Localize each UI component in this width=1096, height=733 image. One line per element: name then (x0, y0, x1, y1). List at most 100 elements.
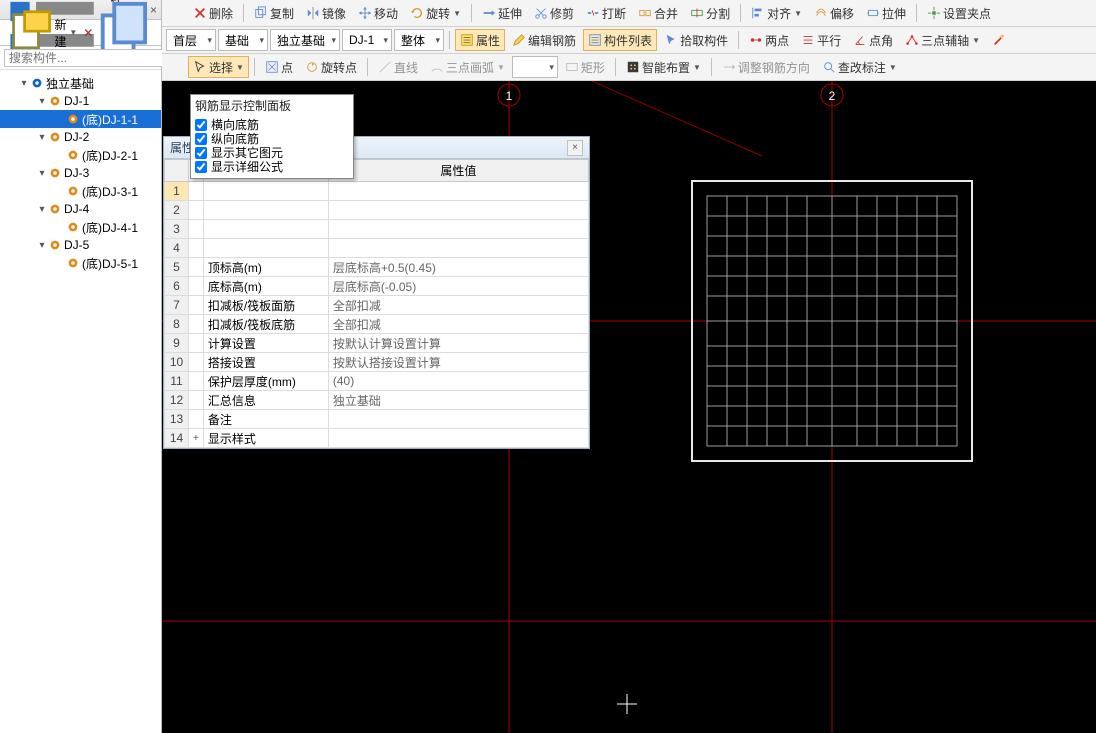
rotate-button[interactable]: 旋转▼ (405, 2, 466, 24)
tree-node-dj2[interactable]: ▾DJ-2 (0, 128, 161, 146)
table-row[interactable]: 3 (165, 220, 589, 239)
complist-button[interactable]: 构件列表 (583, 29, 657, 51)
aux-extra-button[interactable] (987, 29, 1011, 51)
table-row[interactable]: 8扣减板/筏板底筋全部扣减 (165, 315, 589, 334)
tree-node-dj5[interactable]: ▾DJ-5 (0, 236, 161, 254)
break-button[interactable]: 打断 (581, 2, 631, 24)
move-button[interactable]: 移动 (353, 2, 403, 24)
checkbox[interactable] (195, 161, 207, 173)
rotpoint-icon (305, 60, 319, 74)
close-icon[interactable]: × (567, 140, 583, 156)
table-row[interactable]: 10搭接设置按默认搭接设置计算 (165, 353, 589, 372)
gear-icon (66, 112, 80, 126)
left-toolbar: 新建 ▼ ✕ (0, 20, 161, 46)
tree-leaf-dj5-1[interactable]: (底)DJ-5-1 (0, 254, 161, 272)
tree-node-dj3[interactable]: ▾DJ-3 (0, 164, 161, 182)
tree-leaf-dj2-1[interactable]: (底)DJ-2-1 (0, 146, 161, 164)
table-row[interactable]: 2 (165, 201, 589, 220)
extend-icon (482, 6, 496, 20)
table-row[interactable]: 9计算设置按默认计算设置计算 (165, 334, 589, 353)
parallel-button[interactable]: 平行 (796, 29, 846, 51)
table-row[interactable]: 4 (165, 239, 589, 258)
threeaux-button[interactable]: 三点辅轴▼ (900, 29, 985, 51)
search-input[interactable] (4, 49, 169, 67)
tree-root[interactable]: ▾独立基础 (0, 74, 161, 92)
toolbar-area: 删除 复制 镜像 移动 旋转▼ 延伸 修剪 打断 合并 分割 对齐▼ 偏移 拉伸… (162, 0, 1096, 81)
layer-dropdown[interactable]: 首层 (166, 29, 216, 51)
component-tree: ▾独立基础 ▾DJ-1 (底)DJ-1-1 ▾DJ-2 (底)DJ-2-1 ▾D… (0, 70, 161, 276)
smart-button[interactable]: 智能布置▼ (621, 56, 706, 78)
select-button[interactable]: 选择▼ (188, 56, 249, 78)
table-row[interactable]: 12汇总信息独立基础 (165, 391, 589, 410)
tree-node-dj4[interactable]: ▾DJ-4 (0, 200, 161, 218)
gear-icon (30, 76, 44, 90)
chevron-down-icon: ▼ (69, 28, 77, 37)
checkbox[interactable] (195, 119, 207, 131)
tree-leaf-dj1-1[interactable]: (底)DJ-1-1 (0, 110, 161, 128)
tree-leaf-dj3-1[interactable]: (底)DJ-3-1 (0, 182, 161, 200)
angle-button[interactable]: 点角 (848, 29, 898, 51)
adjust-button[interactable]: 调整钢筋方向 (717, 56, 815, 78)
twopt-icon (749, 33, 763, 47)
cursor-icon (193, 60, 207, 74)
merge-button[interactable]: 合并 (633, 2, 683, 24)
rect-button[interactable]: 矩形 (560, 56, 610, 78)
merge-icon (638, 6, 652, 20)
pick-button[interactable]: 拾取构件 (659, 29, 733, 51)
smart-icon (626, 60, 640, 74)
toolbar-draw: 选择▼ 点 旋转点 直线 三点画弧▼ 矩形 智能布置▼ 调整钢筋方向 查改标注▼ (162, 54, 1096, 81)
rotate-icon (410, 6, 424, 20)
origin-marker (617, 694, 637, 714)
popup-item-vbottom[interactable]: 纵向底筋 (191, 132, 353, 146)
point-button[interactable]: 点 (260, 56, 298, 78)
table-row[interactable]: 13备注 (165, 410, 589, 429)
gear-icon (48, 130, 62, 144)
popup-item-others[interactable]: 显示其它图元 (191, 146, 353, 160)
offset-button[interactable]: 偏移 (809, 2, 859, 24)
category-dropdown[interactable]: 基础 (218, 29, 268, 51)
delete-small-button[interactable]: ✕ (83, 26, 93, 40)
delete-icon (193, 6, 207, 20)
stretch-button[interactable]: 拉伸 (861, 2, 911, 24)
gear-icon (48, 238, 62, 252)
table-row[interactable]: 5顶标高(m)层底标高+0.5(0.45) (165, 258, 589, 277)
table-row[interactable]: 6底标高(m)层底标高(-0.05) (165, 277, 589, 296)
table-row[interactable]: 7扣减板/筏板面筋全部扣减 (165, 296, 589, 315)
adjust-icon (722, 60, 736, 74)
split-button[interactable]: 分割 (685, 2, 735, 24)
line-button[interactable]: 直线 (373, 56, 423, 78)
mirror-button[interactable]: 镜像 (301, 2, 351, 24)
check-button[interactable]: 查改标注▼ (817, 56, 902, 78)
properties-icon (460, 33, 474, 47)
trim-button[interactable]: 修剪 (529, 2, 579, 24)
parallel-icon (801, 33, 815, 47)
popup-item-formula[interactable]: 显示详细公式 (191, 160, 353, 174)
extend-button[interactable]: 延伸 (477, 2, 527, 24)
copy-icon (254, 6, 268, 20)
table-row[interactable]: 11保护层厚度(mm)(40) (165, 372, 589, 391)
rotpoint-button[interactable]: 旋转点 (300, 56, 362, 78)
properties-button[interactable]: 属性 (455, 29, 505, 51)
gear-icon (48, 94, 62, 108)
align-icon (751, 6, 765, 20)
scope-dropdown[interactable]: 整体 (394, 29, 444, 51)
tree-leaf-dj4-1[interactable]: (底)DJ-4-1 (0, 218, 161, 236)
copy-button[interactable]: 复制 (249, 2, 299, 24)
arc3-button[interactable]: 三点画弧▼ (425, 56, 510, 78)
component-dropdown[interactable]: DJ-1 (342, 29, 392, 51)
popup-item-hbottom[interactable]: 横向底筋 (191, 118, 353, 132)
table-row[interactable]: 14+显示样式 (165, 429, 589, 448)
stretch-icon (866, 6, 880, 20)
checkbox[interactable] (195, 147, 207, 159)
align-button[interactable]: 对齐▼ (746, 2, 807, 24)
checkbox[interactable] (195, 133, 207, 145)
tree-node-dj1[interactable]: ▾DJ-1 (0, 92, 161, 110)
type-dropdown[interactable]: 独立基础 (270, 29, 340, 51)
col-value: 属性值 (328, 160, 588, 182)
editrebar-button[interactable]: 编辑钢筋 (507, 29, 581, 51)
delete-button[interactable]: 删除 (188, 2, 238, 24)
table-row[interactable]: 1 (165, 182, 589, 201)
twopt-button[interactable]: 两点 (744, 29, 794, 51)
setgrip-button[interactable]: 设置夹点 (922, 2, 996, 24)
draw-value-dropdown[interactable] (512, 56, 558, 78)
